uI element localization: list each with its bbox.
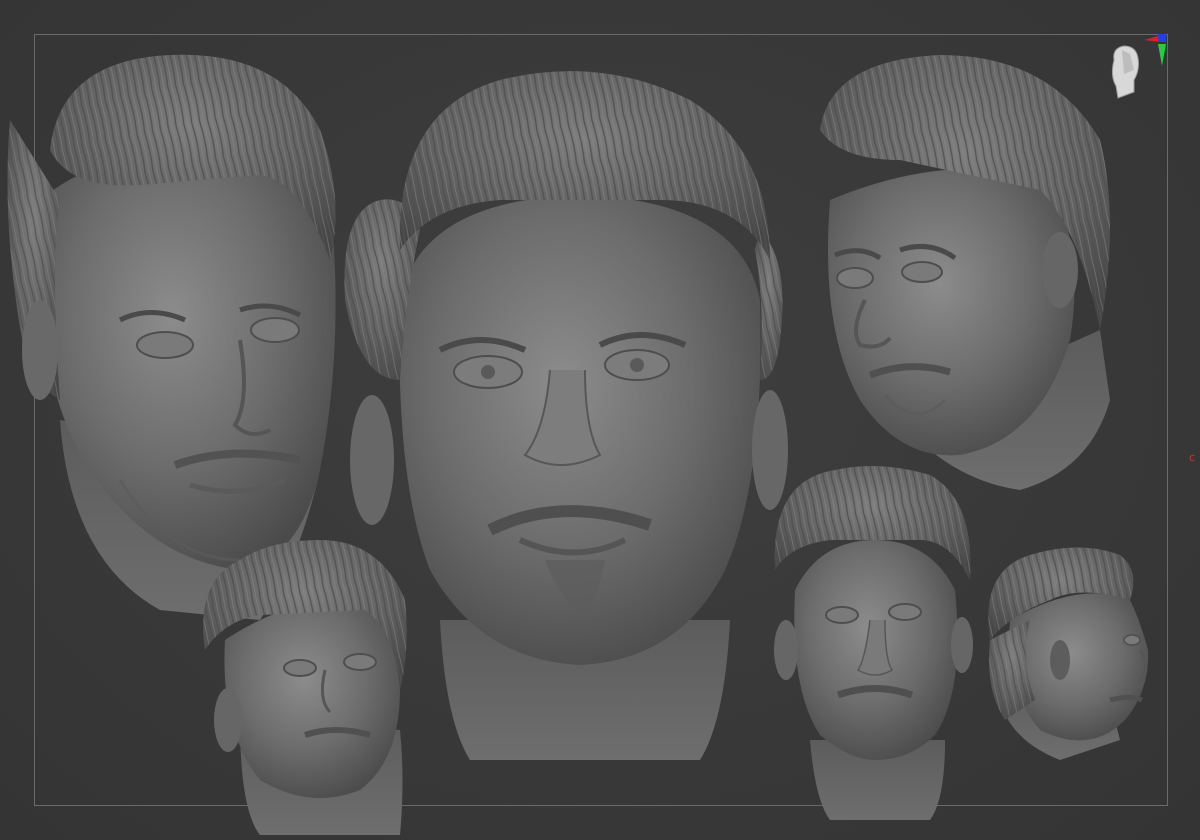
head-navigator-icon	[1111, 34, 1166, 99]
sculpt-view-three-quarter-left-small	[203, 540, 407, 835]
navigation-compass[interactable]	[1100, 30, 1174, 110]
sculpt-view-front-small	[774, 466, 973, 820]
sculpt-canvas	[7, 54, 1149, 835]
y-axis-icon	[1158, 44, 1166, 66]
sculpt-view-three-quarter-right	[820, 55, 1110, 490]
sculpt-view-front-center	[344, 71, 788, 760]
sculpt-view-profile-right	[988, 547, 1149, 760]
x-axis-icon	[1144, 36, 1160, 42]
sculpt-view-three-quarter-left-large	[7, 54, 336, 620]
edge-marker: c	[1189, 451, 1196, 464]
z-axis-icon	[1158, 34, 1166, 42]
zbrush-viewport[interactable]: c	[0, 0, 1200, 840]
